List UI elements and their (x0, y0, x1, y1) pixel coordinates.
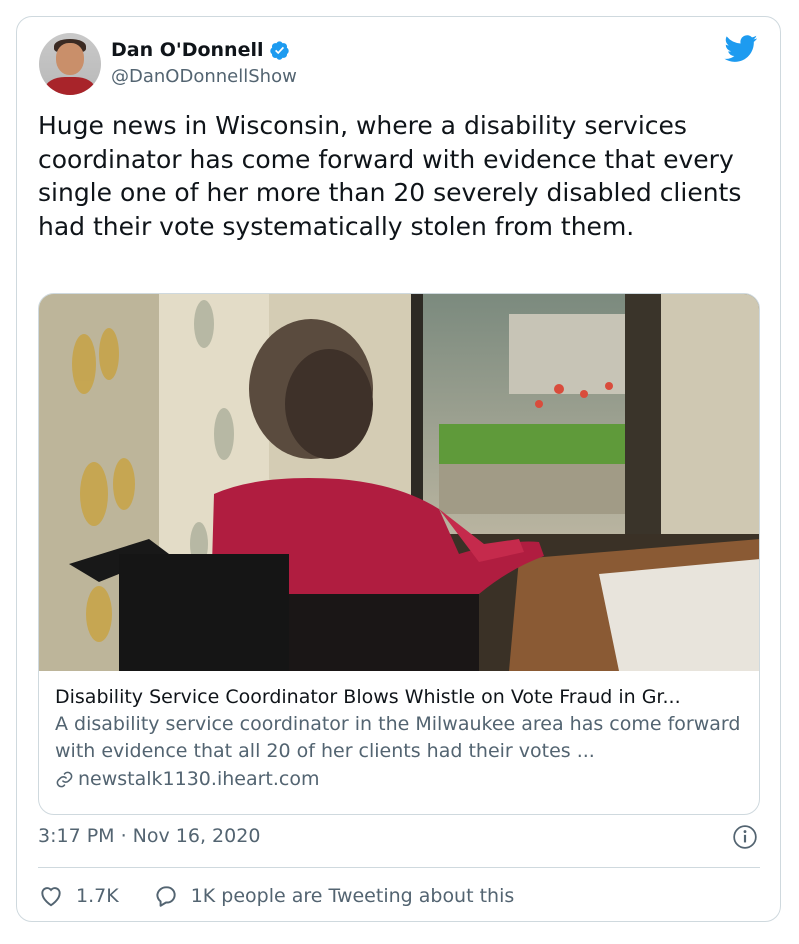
divider (38, 867, 760, 868)
twitter-bird-icon[interactable] (724, 35, 758, 63)
link-card-domain[interactable]: newstalk1130.iheart.com (78, 765, 319, 793)
conversation-label: 1K people are Tweeting about this (190, 885, 515, 907)
article-photo[interactable] (39, 294, 760, 671)
link-card-domain-row[interactable]: newstalk1130.iheart.com (55, 765, 747, 793)
tweet-card: Dan O'Donnell @DanODonnellShow Huge news… (16, 16, 781, 922)
action-bar: 1.7K 1K people are Tweeting about this (38, 879, 514, 913)
avatar[interactable] (39, 33, 101, 95)
info-icon[interactable] (732, 824, 758, 850)
tweet-text: Huge news in Wisconsin, where a disabili… (38, 111, 742, 241)
author-name[interactable]: Dan O'Donnell (111, 39, 264, 61)
reply-bubble-icon (156, 886, 176, 907)
tweet-timestamp[interactable]: 3:17 PM · Nov 16, 2020 (38, 825, 260, 847)
link-icon (56, 771, 73, 787)
author-name-row[interactable]: Dan O'Donnell (111, 39, 290, 61)
avatar-shirt (45, 77, 95, 95)
conversation-button[interactable]: 1K people are Tweeting about this (153, 883, 515, 909)
verified-badge-icon (269, 40, 289, 60)
link-card-description: A disability service coordinator in the … (55, 713, 741, 762)
heart-icon (41, 887, 61, 907)
link-card-title[interactable]: Disability Service Coordinator Blows Whi… (55, 684, 747, 711)
link-preview-card[interactable]: Disability Service Coordinator Blows Whi… (38, 293, 760, 815)
like-count: 1.7K (76, 885, 119, 907)
author-handle[interactable]: @DanODonnellShow (111, 66, 297, 87)
link-card-meta: Disability Service Coordinator Blows Whi… (55, 684, 747, 793)
avatar-face (56, 43, 84, 75)
like-button[interactable]: 1.7K (38, 883, 119, 909)
